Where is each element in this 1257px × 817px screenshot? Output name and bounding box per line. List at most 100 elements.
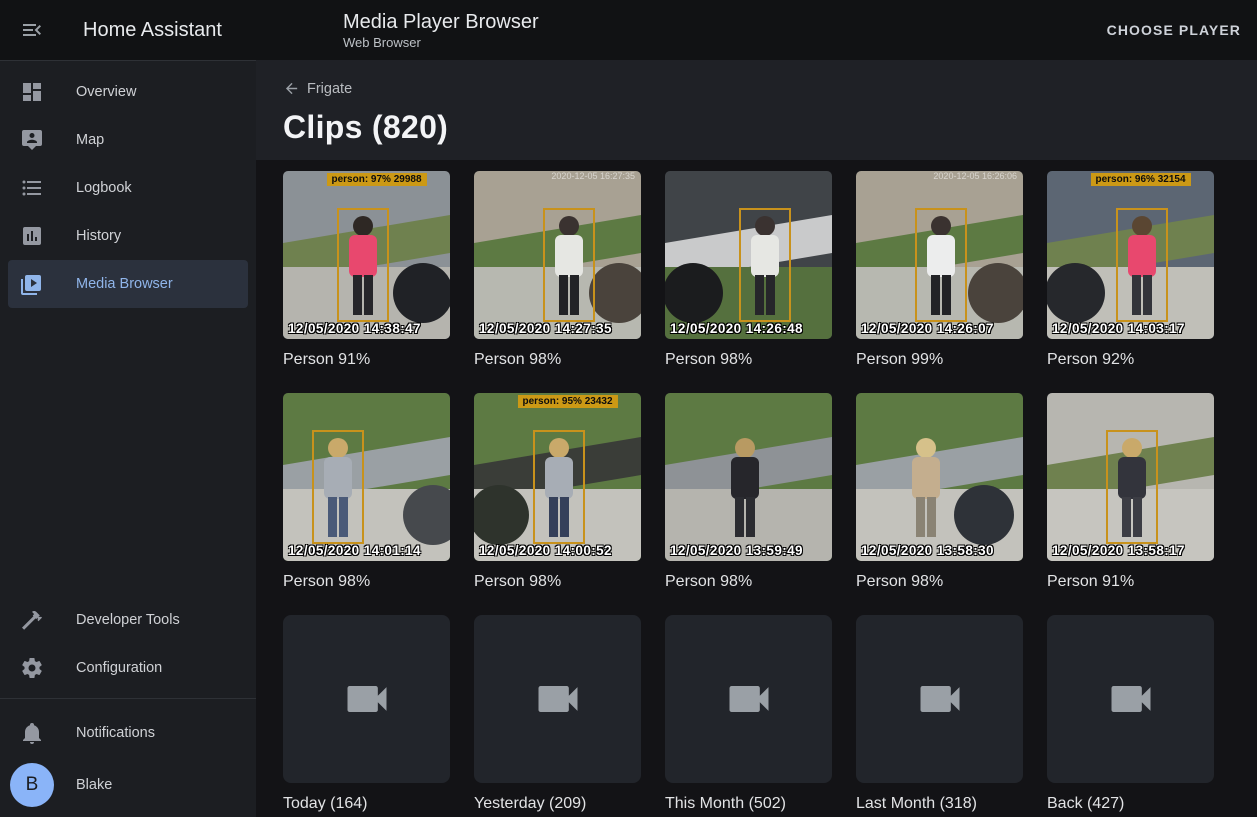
video-camera-icon (532, 673, 584, 725)
sidebar-item-media-browser[interactable]: Media Browser (8, 260, 248, 308)
clip-card[interactable]: 12/05/2020 13:58:30 Person 98% (856, 393, 1023, 591)
section-title: Clips (820) (283, 109, 1257, 146)
sidebar-bottom-items: Developer Tools Configuration (0, 596, 256, 692)
play-box-multiple-icon (20, 272, 44, 296)
clip-label: Person 92% (1047, 351, 1214, 369)
clip-thumbnail[interactable]: 12/05/2020 14:01:14 (283, 393, 450, 561)
clip-thumbnail[interactable]: 2020-12-05 16:27:35 12/05/2020 14:27:35 (474, 171, 641, 339)
cog-icon (20, 656, 44, 680)
chart-box-icon (20, 224, 44, 248)
clip-card[interactable]: 12/05/2020 13:58:17 Person 91% (1047, 393, 1214, 591)
folder-card-yesterday[interactable]: Yesterday (209) (474, 615, 641, 813)
clip-timestamp-overlay: 12/05/2020 14:26:48 (670, 321, 803, 336)
sidebar-item-developer-tools[interactable]: Developer Tools (8, 596, 248, 644)
breadcrumb-back-frigate[interactable]: Frigate (283, 80, 352, 97)
format-list-bulleted-icon (20, 176, 44, 200)
page-subtitle: Web Browser (343, 35, 539, 51)
sidebar-item-label: History (76, 228, 121, 244)
clip-label: Person 99% (856, 351, 1023, 369)
sidebar-item-label: Overview (76, 84, 136, 100)
clips-grid: person: 97% 29988 12/05/2020 14:38:47 Pe… (283, 171, 1257, 813)
clip-thumbnail[interactable]: person: 96% 32154 12/05/2020 14:03:17 (1047, 171, 1214, 339)
clip-label: Person 98% (665, 573, 832, 591)
folder-thumbnail[interactable] (474, 615, 641, 783)
clip-card[interactable]: 2020-12-05 16:26:06 12/05/2020 14:26:07 … (856, 171, 1023, 369)
video-camera-icon (1105, 673, 1157, 725)
sidebar: Overview Map Logbook History Media Brows… (0, 60, 256, 817)
top-bar-left: Home Assistant (0, 18, 256, 42)
folder-label: This Month (502) (665, 795, 832, 813)
top-bar: Home Assistant Media Player Browser Web … (0, 0, 1257, 60)
arrow-left-icon (283, 80, 300, 97)
detection-label-badge: person: 97% 29988 (326, 173, 426, 186)
clip-label: Person 91% (1047, 573, 1214, 591)
user-name: Blake (76, 777, 112, 793)
sidebar-item-history[interactable]: History (8, 212, 248, 260)
clip-thumbnail[interactable]: 12/05/2020 13:58:17 (1047, 393, 1214, 561)
clip-timestamp-overlay: 12/05/2020 14:38:47 (288, 321, 421, 336)
page-title: Media Player Browser (343, 10, 539, 34)
sidebar-item-label: Map (76, 132, 104, 148)
camera-osd-timestamp: 2020-12-05 16:27:35 (551, 171, 635, 181)
breadcrumb-label: Frigate (307, 81, 352, 97)
sidebar-item-logbook[interactable]: Logbook (8, 164, 248, 212)
clip-timestamp-overlay: 12/05/2020 14:26:07 (861, 321, 994, 336)
media-browser-content: person: 97% 29988 12/05/2020 14:38:47 Pe… (256, 160, 1257, 817)
sidebar-item-label: Developer Tools (76, 612, 180, 628)
folder-card-today[interactable]: Today (164) (283, 615, 450, 813)
folder-card-last-month[interactable]: Last Month (318) (856, 615, 1023, 813)
clip-thumbnail[interactable]: person: 95% 23432 12/05/2020 14:00:52 (474, 393, 641, 561)
folder-label: Back (427) (1047, 795, 1214, 813)
sidebar-item-overview[interactable]: Overview (8, 68, 248, 116)
clip-card[interactable]: 12/05/2020 14:01:14 Person 98% (283, 393, 450, 591)
clip-timestamp-overlay: 12/05/2020 14:03:17 (1052, 321, 1185, 336)
camera-osd-timestamp: 2020-12-05 16:26:06 (933, 171, 1017, 181)
detection-label-badge: person: 96% 32154 (1090, 173, 1190, 186)
clip-card[interactable]: 12/05/2020 13:59:49 Person 98% (665, 393, 832, 591)
folder-thumbnail[interactable] (283, 615, 450, 783)
clip-thumbnail[interactable]: 12/05/2020 13:58:30 (856, 393, 1023, 561)
sidebar-item-label: Configuration (76, 660, 162, 676)
sidebar-footer: Notifications B Blake (0, 709, 256, 817)
clip-card[interactable]: person: 96% 32154 12/05/2020 14:03:17 Pe… (1047, 171, 1214, 369)
sidebar-item-configuration[interactable]: Configuration (8, 644, 248, 692)
clip-timestamp-overlay: 12/05/2020 14:00:52 (479, 543, 612, 558)
clip-card[interactable]: person: 95% 23432 12/05/2020 14:00:52 Pe… (474, 393, 641, 591)
video-camera-icon (341, 673, 393, 725)
sidebar-item-label: Logbook (76, 180, 132, 196)
sidebar-divider (0, 698, 256, 699)
folder-thumbnail[interactable] (856, 615, 1023, 783)
sidebar-item-label: Notifications (76, 725, 155, 741)
clip-card[interactable]: 12/05/2020 14:26:48 Person 98% (665, 171, 832, 369)
folder-thumbnail[interactable] (1047, 615, 1214, 783)
sidebar-item-notifications[interactable]: Notifications (8, 709, 248, 757)
clip-timestamp-overlay: 12/05/2020 13:59:49 (670, 543, 803, 558)
clip-thumbnail[interactable]: 12/05/2020 13:59:49 (665, 393, 832, 561)
clip-thumbnail[interactable]: person: 97% 29988 12/05/2020 14:38:47 (283, 171, 450, 339)
video-camera-icon (723, 673, 775, 725)
clip-card[interactable]: 2020-12-05 16:27:35 12/05/2020 14:27:35 … (474, 171, 641, 369)
bell-icon (20, 721, 44, 745)
clip-card[interactable]: person: 97% 29988 12/05/2020 14:38:47 Pe… (283, 171, 450, 369)
hammer-icon (20, 608, 44, 632)
clip-timestamp-overlay: 12/05/2020 14:27:35 (479, 321, 612, 336)
sidebar-item-map[interactable]: Map (8, 116, 248, 164)
view-dashboard-icon (20, 80, 44, 104)
folder-card-back[interactable]: Back (427) (1047, 615, 1214, 813)
folder-label: Last Month (318) (856, 795, 1023, 813)
clip-label: Person 98% (283, 573, 450, 591)
folder-card-this-month[interactable]: This Month (502) (665, 615, 832, 813)
sidebar-toggle-button[interactable] (20, 18, 44, 42)
clip-timestamp-overlay: 12/05/2020 14:01:14 (288, 543, 421, 558)
folder-thumbnail[interactable] (665, 615, 832, 783)
clip-label: Person 98% (665, 351, 832, 369)
clip-label: Person 98% (856, 573, 1023, 591)
sidebar-item-label: Media Browser (76, 276, 173, 292)
choose-player-button[interactable]: CHOOSE PLAYER (1107, 22, 1241, 38)
video-camera-icon (914, 673, 966, 725)
sidebar-user-profile[interactable]: B Blake (8, 757, 248, 813)
media-header: Frigate Clips (820) (256, 60, 1257, 160)
clip-thumbnail[interactable]: 12/05/2020 14:26:48 (665, 171, 832, 339)
clip-thumbnail[interactable]: 2020-12-05 16:26:06 12/05/2020 14:26:07 (856, 171, 1023, 339)
tooltip-account-icon (20, 128, 44, 152)
